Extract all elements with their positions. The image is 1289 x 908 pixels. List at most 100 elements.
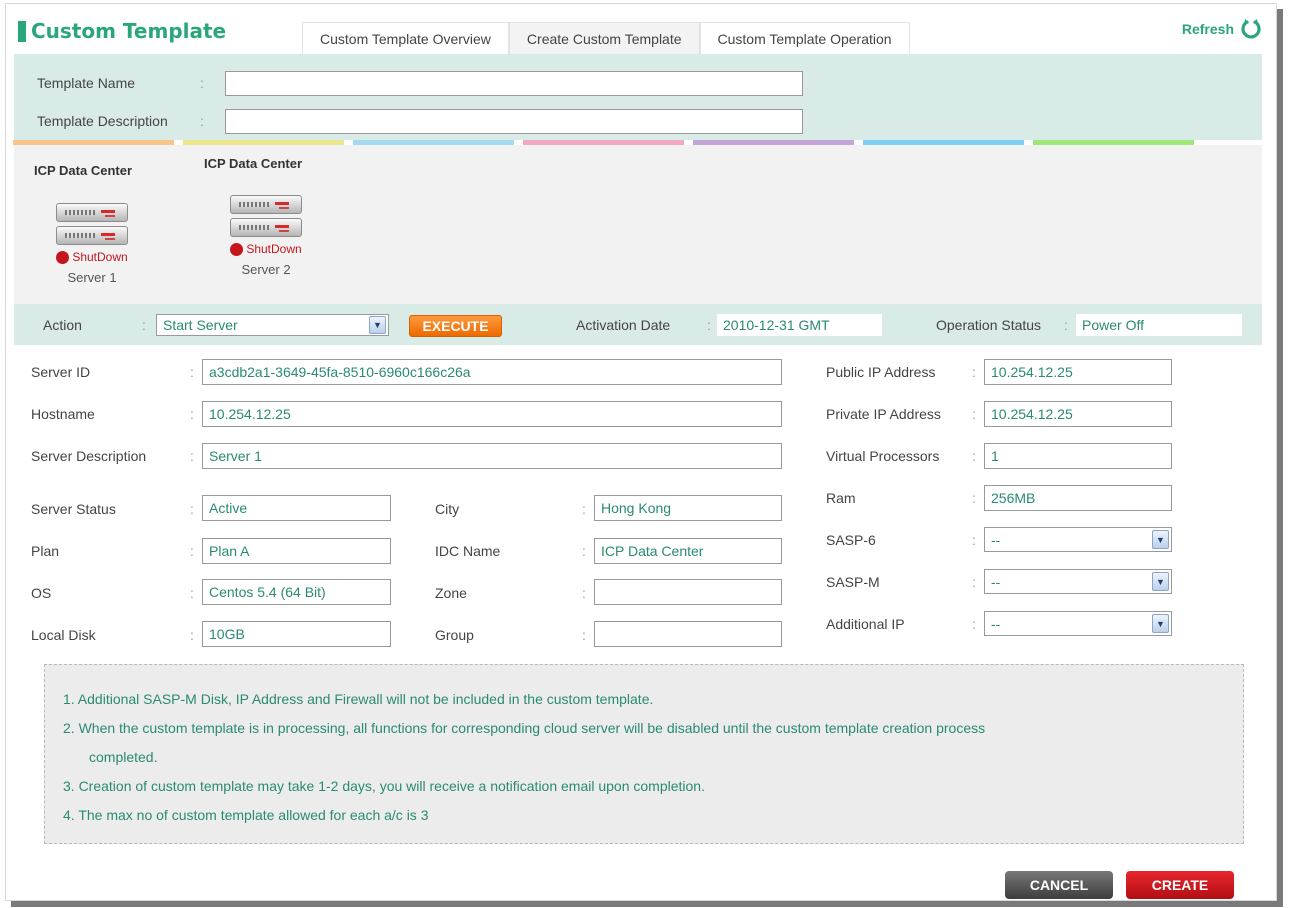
server-details: Server ID : a3cdb2a1-3649-45fa-8510-6960… — [14, 345, 1262, 657]
zone-label: Zone — [435, 585, 467, 601]
server-status-label: Server Status — [31, 501, 116, 517]
activation-date-value: 2010-12-31 GMT — [717, 314, 882, 336]
template-description-row: Template Description : — [37, 108, 803, 134]
colon: : — [972, 406, 976, 422]
operation-status-label: Operation Status — [936, 317, 1042, 333]
os-field[interactable]: Centos 5.4 (64 Bit) — [202, 579, 391, 605]
additional-ip-label: Additional IP — [826, 616, 905, 632]
note-item: 3. Creation of custom template may take … — [63, 778, 705, 794]
colon: : — [190, 627, 194, 643]
colon: : — [582, 627, 586, 643]
virtual-processors-label: Virtual Processors — [826, 448, 940, 464]
server-1[interactable]: ShutDown Server 1 — [52, 203, 132, 285]
chevron-down-icon: ▼ — [1152, 614, 1169, 633]
server-icon — [230, 195, 302, 239]
hostname-field[interactable]: 10.254.12.25 — [202, 401, 782, 427]
tab-create-custom-template[interactable]: Create Custom Template — [508, 22, 700, 55]
additional-ip-select[interactable]: -- ▼ — [984, 611, 1172, 636]
colon: : — [200, 113, 204, 129]
action-select[interactable]: Start Server ▼ — [156, 314, 389, 336]
plan-field[interactable]: Plan A — [202, 538, 391, 564]
template-description-input[interactable] — [225, 108, 803, 134]
refresh-button[interactable]: Refresh — [1182, 18, 1262, 40]
data-center-area: ICP Data Center ShutDown Server 1 ICP Da… — [14, 145, 1262, 304]
note-item-continued: completed. — [89, 749, 158, 765]
chevron-down-icon: ▼ — [1152, 530, 1169, 549]
server-status-field[interactable]: Active — [202, 495, 391, 521]
data-center-2: ICP Data Center ShutDown Server 2 — [204, 156, 302, 277]
colon: : — [190, 364, 194, 380]
server-description-field[interactable]: Server 1 — [202, 443, 782, 469]
colon: : — [972, 616, 976, 632]
create-button[interactable]: CREATE — [1126, 871, 1234, 899]
colon: : — [200, 75, 204, 91]
template-meta-panel: Template Name : Template Description : — [14, 54, 1262, 140]
execute-button[interactable]: EXECUTE — [409, 315, 502, 337]
data-center-name: ICP Data Center — [204, 156, 303, 171]
tab-custom-template-operation[interactable]: Custom Template Operation — [699, 22, 910, 55]
sasp6-select-value: -- — [991, 531, 1001, 548]
server-status: ShutDown — [56, 250, 128, 264]
app-window: Custom Template Custom Template Overview… — [5, 3, 1277, 901]
colon: : — [190, 406, 194, 422]
plan-label: Plan — [31, 543, 60, 559]
colon: : — [582, 585, 586, 601]
ram-label: Ram — [826, 490, 856, 506]
operation-status-value: Power Off — [1076, 314, 1242, 336]
server-status-text: ShutDown — [246, 242, 302, 256]
colon: : — [582, 501, 586, 517]
note-item: 2. When the custom template is in proces… — [63, 720, 986, 736]
server-icon — [56, 203, 128, 247]
private-ip-label: Private IP Address — [826, 406, 941, 422]
tab-custom-template-overview[interactable]: Custom Template Overview — [302, 22, 509, 55]
action-bar: Action : Start Server ▼ EXECUTE Activati… — [14, 304, 1262, 345]
public-ip-field[interactable]: 10.254.12.25 — [984, 359, 1172, 385]
ram-field[interactable]: 256MB — [984, 485, 1172, 511]
local-disk-label: Local Disk — [31, 627, 96, 643]
template-name-input[interactable] — [225, 70, 803, 96]
group-field[interactable] — [594, 621, 782, 647]
page-title: Custom Template — [18, 18, 226, 44]
idc-name-field[interactable]: ICP Data Center — [594, 538, 782, 564]
note-item: 1. Additional SASP-M Disk, IP Address an… — [63, 691, 654, 707]
template-name-row: Template Name : — [37, 70, 803, 96]
zone-field[interactable] — [594, 579, 782, 605]
action-select-value: Start Server — [163, 317, 238, 333]
virtual-processors-field[interactable]: 1 — [984, 443, 1172, 469]
server-status: ShutDown — [230, 242, 302, 256]
chevron-down-icon: ▼ — [1152, 572, 1169, 591]
colon: : — [972, 574, 976, 590]
server-status-text: ShutDown — [72, 250, 128, 264]
sasp6-select[interactable]: -- ▼ — [984, 527, 1172, 552]
server-2[interactable]: ShutDown Server 2 — [230, 195, 302, 277]
private-ip-field[interactable]: 10.254.12.25 — [984, 401, 1172, 427]
data-center-1: ICP Data Center ShutDown Server 1 — [34, 163, 132, 285]
template-description-label: Template Description — [37, 113, 168, 129]
title-marker-icon — [18, 20, 26, 42]
city-label: City — [435, 501, 460, 517]
activation-date-label: Activation Date — [576, 317, 671, 333]
action-label: Action — [43, 317, 82, 333]
data-center-name: ICP Data Center — [34, 163, 133, 178]
saspm-select[interactable]: -- ▼ — [984, 569, 1172, 594]
saspm-select-value: -- — [991, 573, 1001, 590]
footer: CANCEL CREATE — [14, 857, 1262, 903]
notes-box: 1. Additional SASP-M Disk, IP Address an… — [44, 664, 1244, 844]
chevron-down-icon: ▼ — [369, 316, 386, 334]
sasp6-label: SASP-6 — [826, 532, 876, 548]
colon: : — [972, 364, 976, 380]
server-id-field[interactable]: a3cdb2a1-3649-45fa-8510-6960c166c26a — [202, 359, 782, 385]
note-item: 4. The max no of custom template allowed… — [63, 807, 429, 823]
group-label: Group — [435, 627, 474, 643]
cancel-button[interactable]: CANCEL — [1005, 871, 1113, 899]
local-disk-field[interactable]: 10GB — [202, 621, 391, 647]
colon: : — [142, 317, 146, 333]
shutdown-dot-icon — [56, 250, 70, 264]
city-field[interactable]: Hong Kong — [594, 495, 782, 521]
colon: : — [1064, 317, 1068, 333]
colon: : — [190, 585, 194, 601]
colon: : — [190, 448, 194, 464]
idc-name-label: IDC Name — [435, 543, 501, 559]
os-label: OS — [31, 585, 52, 601]
server-label: Server 1 — [67, 270, 117, 285]
